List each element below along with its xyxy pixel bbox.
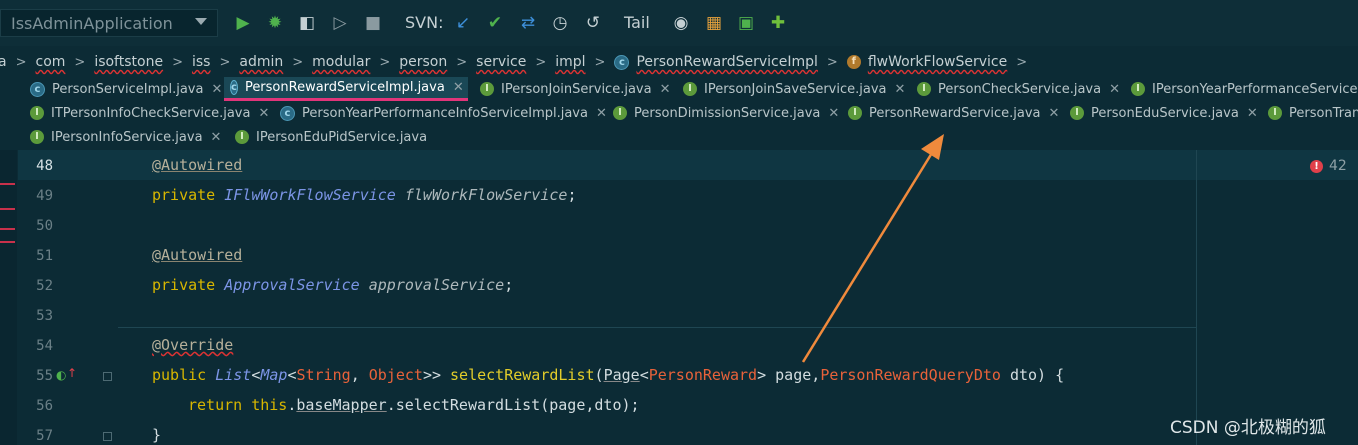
watermark: CSDN @北极糊的狐 [1170, 418, 1326, 438]
arrow-shaft [801, 147, 937, 363]
annotation-arrow [801, 134, 944, 363]
arrow-head [921, 134, 944, 160]
